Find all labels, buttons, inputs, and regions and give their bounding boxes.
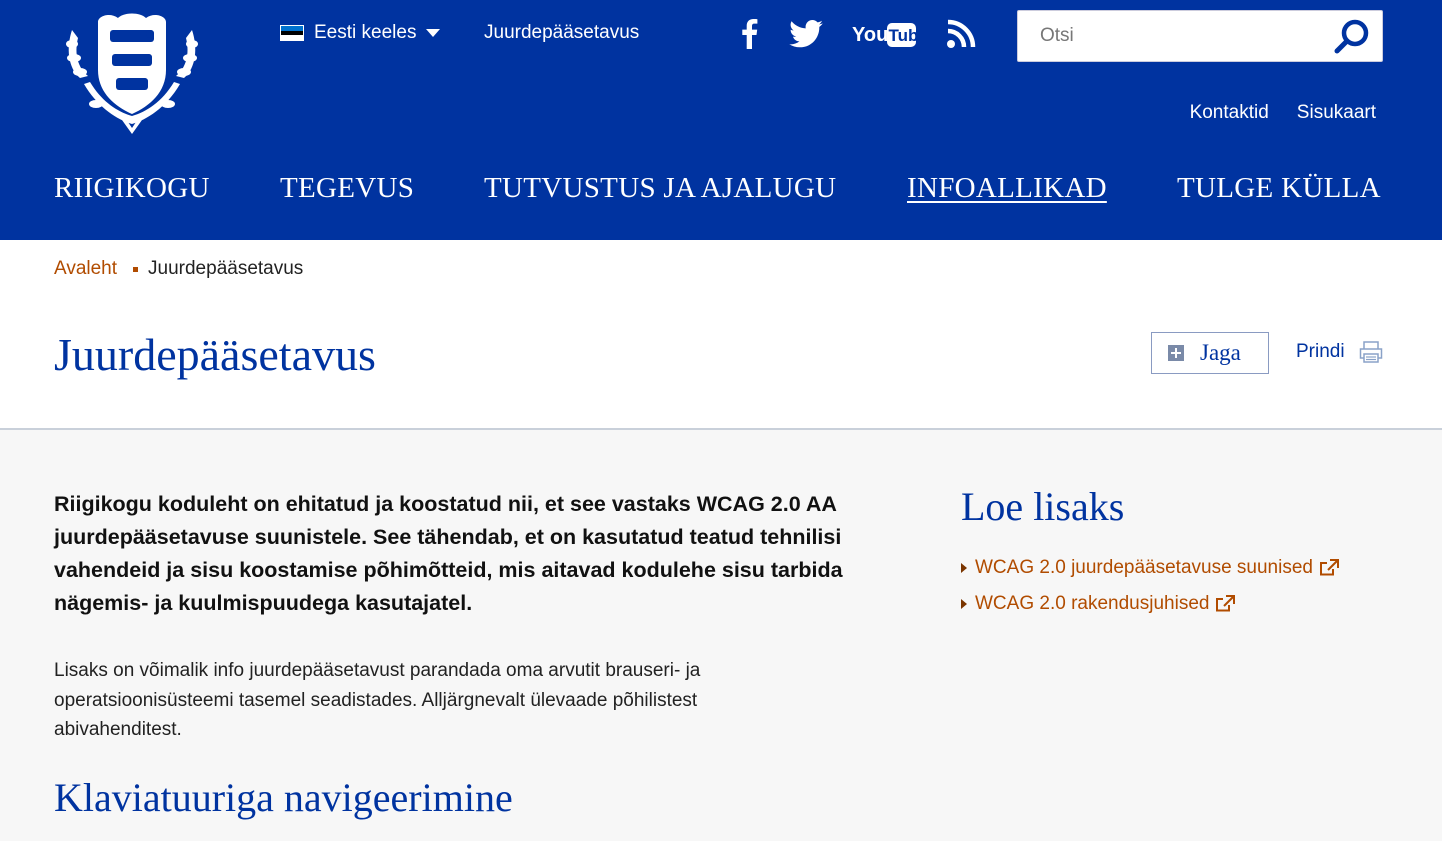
share-button[interactable]: Jaga	[1151, 332, 1269, 374]
wcag-guidelines-link[interactable]: WCAG 2.0 juurdepääsetavuse suunised	[975, 557, 1339, 579]
youtube-icon[interactable]: You Tube	[852, 14, 916, 54]
breadcrumb-home-link[interactable]: Avaleht	[54, 258, 117, 280]
link-label: WCAG 2.0 rakendusjuhised	[975, 593, 1210, 614]
page-title: Juurdepääsetavus	[54, 329, 376, 380]
bullet-triangle-icon	[961, 599, 967, 609]
contacts-link[interactable]: Kontaktid	[1190, 102, 1269, 124]
language-selector[interactable]: Eesti keeles	[280, 22, 441, 44]
print-link[interactable]: Prindi	[1296, 340, 1383, 364]
search-button[interactable]	[1332, 19, 1372, 55]
facebook-icon[interactable]	[738, 14, 762, 54]
rss-icon[interactable]	[946, 14, 976, 54]
search-box	[1017, 10, 1383, 62]
wcag-techniques-link[interactable]: WCAG 2.0 rakendusjuhised	[975, 593, 1236, 615]
nav-item-infoallikad[interactable]: INFOALLIKAD	[907, 172, 1107, 205]
lead-paragraph: Riigikogu koduleht on ehitatud ja koosta…	[54, 492, 843, 615]
svg-text:Tube: Tube	[889, 26, 917, 45]
breadcrumb-separator	[133, 266, 139, 272]
share-label: Jaga	[1200, 340, 1241, 365]
caret-down-icon	[426, 29, 441, 37]
language-label: Eesti keeles	[314, 22, 417, 43]
nav-item-riigikogu[interactable]: RIIGIKOGU	[54, 172, 210, 205]
nav-item-tulge-kulla[interactable]: TULGE KÜLLA	[1177, 172, 1381, 205]
list-item: WCAG 2.0 rakendusjuhised	[961, 586, 1339, 622]
body-paragraph: Lisaks on võimalik info juurdepääsetavus…	[54, 660, 701, 740]
aside-link-list: WCAG 2.0 juurdepääsetavuse suunised WCAG…	[961, 550, 1339, 622]
nav-item-tegevus[interactable]: TEGEVUS	[280, 172, 414, 205]
print-label: Prindi	[1296, 341, 1345, 362]
twitter-icon[interactable]	[788, 14, 824, 54]
svg-text:You: You	[852, 24, 888, 46]
aside-heading: Loe lisaks	[961, 484, 1125, 529]
title-band: Avaleht Juurdepääsetavus Juurdepääsetavu…	[0, 240, 1442, 430]
external-link-icon	[1216, 595, 1236, 612]
nav-item-tutvustus-ja-ajalugu[interactable]: TUTVUSTUS JA AJALUGU	[484, 172, 836, 205]
breadcrumb: Avaleht Juurdepääsetavus	[54, 258, 303, 280]
estonian-flag-icon	[280, 25, 304, 41]
list-item: WCAG 2.0 juurdepääsetavuse suunised	[961, 550, 1339, 586]
external-link-icon	[1319, 559, 1339, 576]
plus-icon	[1168, 345, 1184, 361]
utility-links: Kontaktid Sisukaart	[1190, 102, 1376, 124]
search-icon	[1334, 19, 1369, 54]
coat-of-arms-logo[interactable]	[62, 8, 202, 138]
sitemap-link[interactable]: Sisukaart	[1297, 102, 1376, 124]
link-label: WCAG 2.0 juurdepääsetavuse suunised	[975, 557, 1313, 578]
accessibility-link[interactable]: Juurdepääsetavus	[484, 22, 639, 44]
main-navigation: RIIGIKOGU TEGEVUS TUTVUSTUS JA AJALUGU I…	[0, 172, 1442, 220]
section-heading: Klaviatuuriga navigeerimine	[54, 775, 513, 820]
bullet-triangle-icon	[961, 563, 967, 573]
site-header: Eesti keeles Juurdepääsetavus You Tube	[0, 0, 1442, 240]
search-input[interactable]	[1018, 11, 1318, 61]
printer-icon	[1359, 341, 1382, 363]
breadcrumb-current: Juurdepääsetavus	[148, 258, 304, 279]
